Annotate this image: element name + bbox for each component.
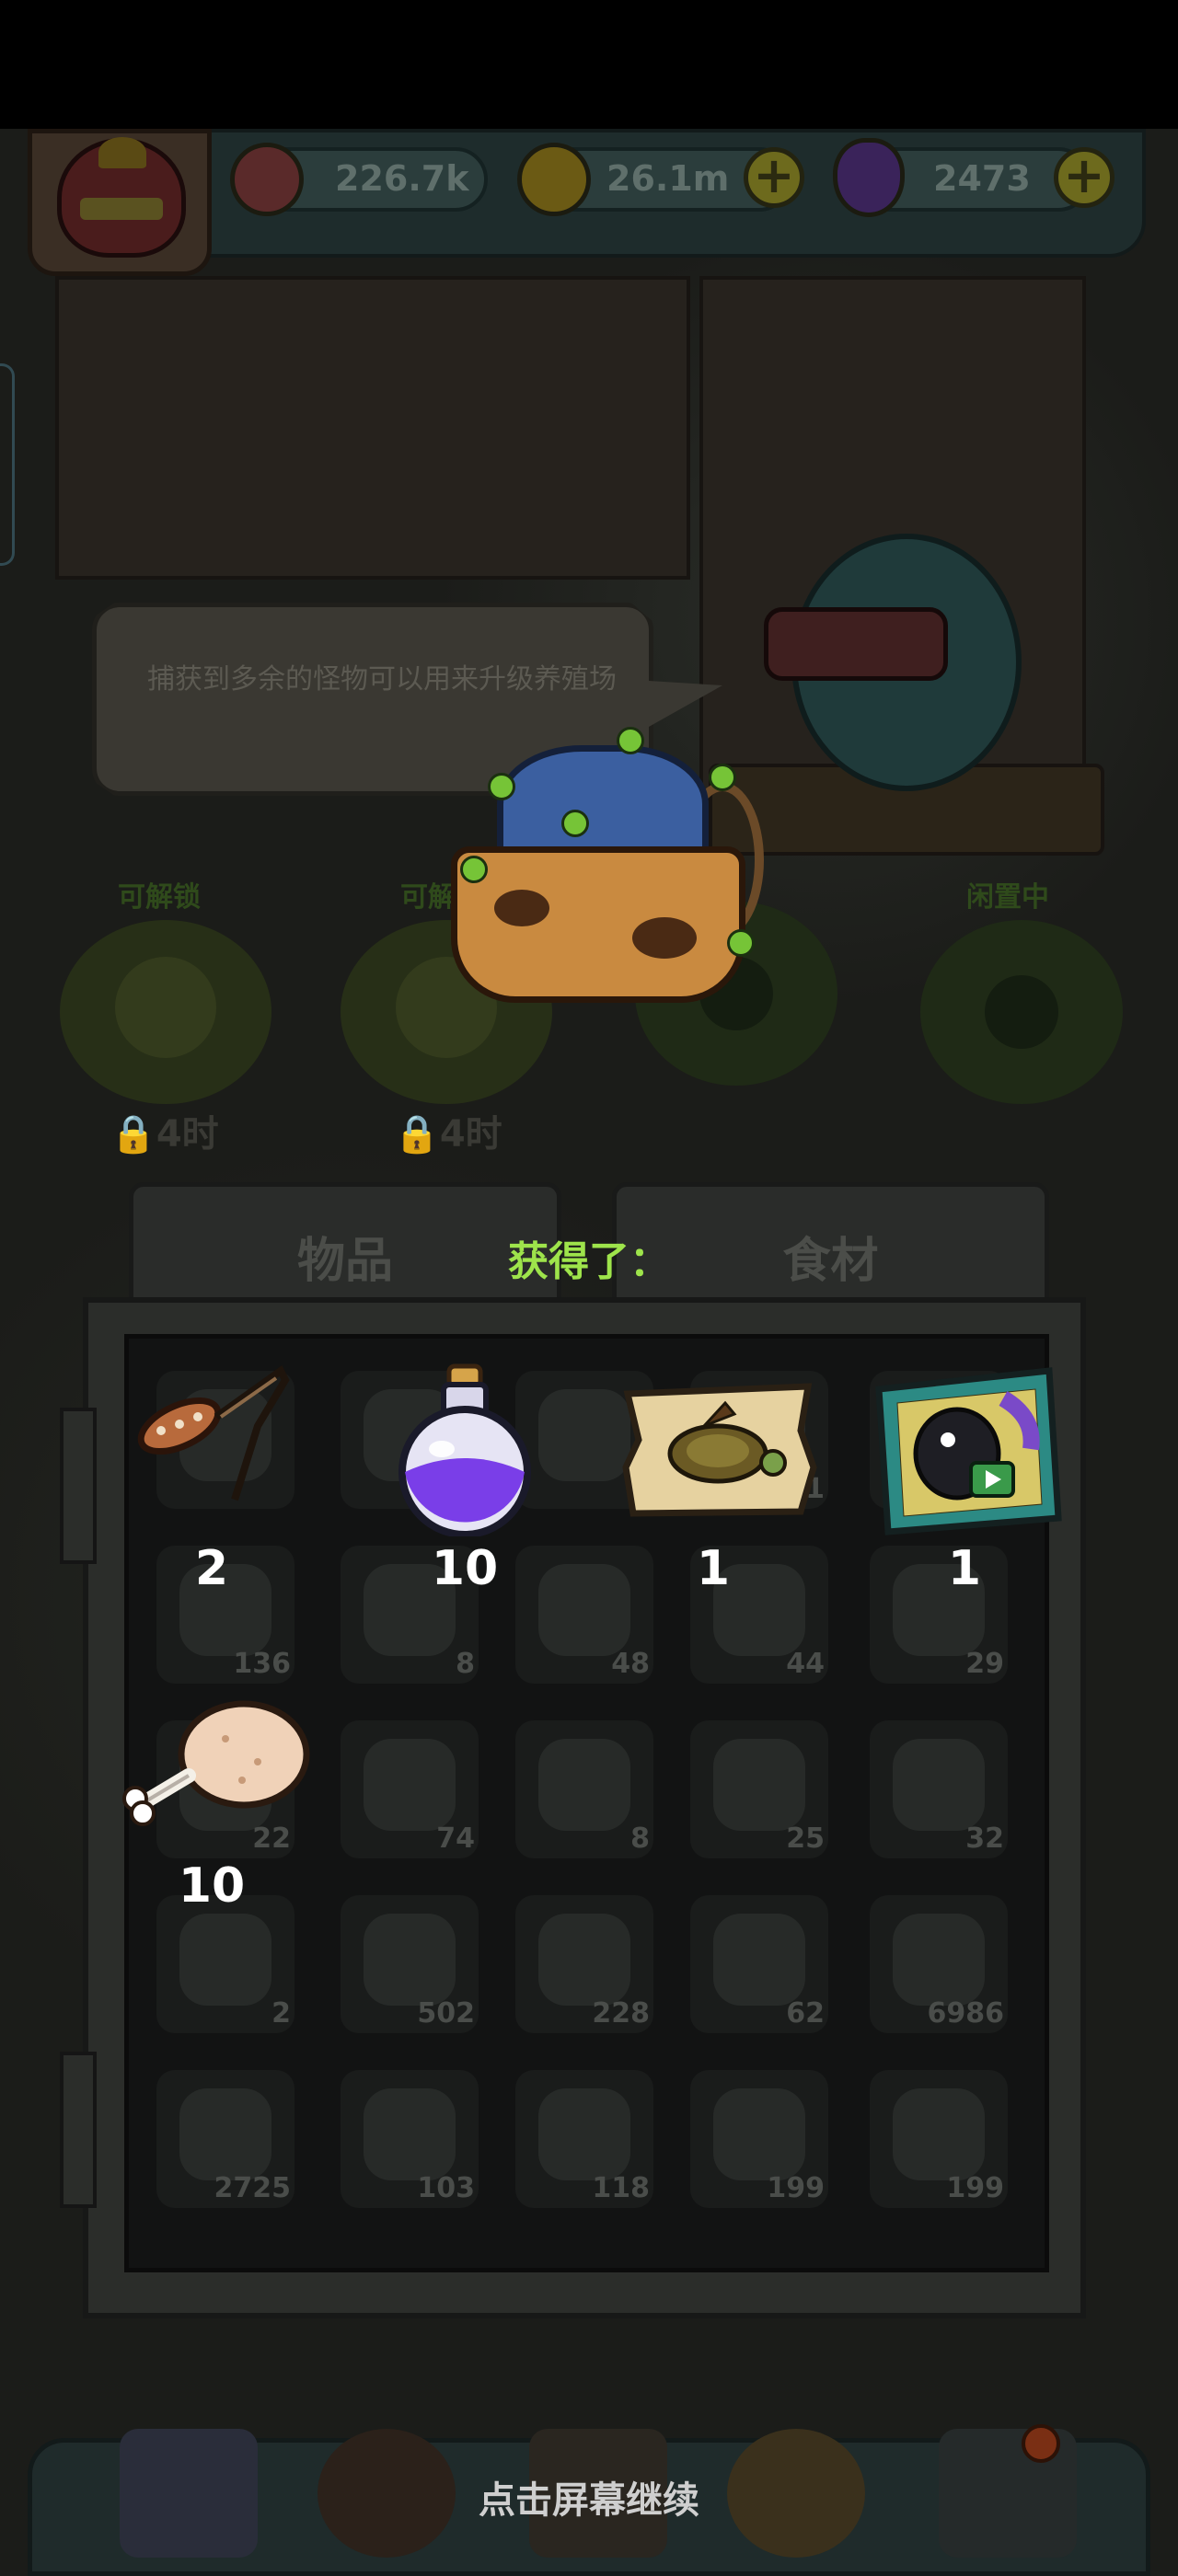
inventory-count: 2725	[214, 2172, 292, 2204]
inventory-item-icon	[893, 1739, 985, 1831]
eyeball-count: 226.7k	[335, 158, 469, 199]
inventory-item-icon	[713, 2088, 805, 2180]
add-coins-button[interactable]: +	[744, 147, 804, 208]
inventory-cell[interactable]: 74	[341, 1720, 479, 1858]
inventory-cell[interactable]: 8	[515, 1720, 653, 1858]
inventory-count: 199	[946, 2172, 1004, 2204]
inventory-item-icon	[713, 1739, 805, 1831]
slot-4-gear-icon[interactable]	[920, 920, 1123, 1104]
inventory-item-icon	[364, 2088, 456, 2180]
inventory-count: 25	[786, 1823, 825, 1855]
purple-potion-icon	[387, 1362, 543, 1538]
inventory-item-icon	[538, 1739, 630, 1831]
inventory-cell[interactable]: 118	[515, 2070, 653, 2208]
slot-2-timer: 🔒4时	[394, 1113, 502, 1156]
notification-badge	[1022, 2424, 1060, 2463]
coin-icon	[517, 143, 591, 216]
slot-1-creature-icon[interactable]	[60, 920, 271, 1104]
potion-count: 2473	[933, 158, 1031, 199]
inventory-cell[interactable]: 2	[156, 1895, 294, 2033]
inventory-count: 103	[417, 2172, 475, 2204]
inventory-count: 502	[417, 1997, 475, 2030]
inventory-item-icon	[893, 2088, 985, 2180]
storage-shelf	[55, 276, 690, 580]
left-clip-top	[60, 1408, 97, 1564]
inventory-item-icon	[713, 1914, 805, 2006]
inventory-item-icon	[538, 2088, 630, 2180]
inventory-cell[interactable]: 62	[690, 1895, 828, 2033]
video-card-icon	[865, 1362, 1068, 1536]
inventory-cell[interactable]: 199	[690, 2070, 828, 2208]
inventory-item-icon	[179, 2088, 271, 2180]
inventory-count: 228	[592, 1997, 650, 2030]
inventory-cell[interactable]: 199	[870, 2070, 1008, 2208]
left-clip-bottom	[60, 2052, 97, 2208]
turtle-ticket-icon	[617, 1375, 819, 1523]
inventory-count: 8	[630, 1823, 650, 1855]
tap-to-continue[interactable]: 点击屏幕继续	[0, 2470, 1178, 2524]
inventory-count: 62	[786, 1997, 825, 2030]
add-potions-button[interactable]: +	[1054, 147, 1114, 208]
reward-qty-slingshot: 2	[194, 1541, 229, 1596]
slingshot-icon	[129, 1362, 304, 1536]
inventory-cell[interactable]: 228	[515, 1895, 653, 2033]
reward-qty-potion: 10	[431, 1541, 499, 1596]
game-screen[interactable]: 226.7k 26.1m + 2473 + 捕获到多余的怪物可以用来升级养殖场 …	[0, 0, 1178, 2576]
inventory-count: 44	[786, 1648, 825, 1680]
inventory-cell[interactable]: 25	[690, 1720, 828, 1858]
reward-qty-ticket: 1	[696, 1541, 731, 1596]
inventory-item-icon	[364, 1739, 456, 1831]
inventory-item-icon	[179, 1914, 271, 2006]
inventory-count: 29	[965, 1648, 1004, 1680]
inventory-item-icon	[538, 1564, 630, 1656]
inventory-item-icon	[893, 1914, 985, 2006]
reward-qty-meat: 10	[178, 1858, 246, 1914]
inventory-count: 199	[767, 2172, 825, 2204]
monster-jaw	[764, 607, 948, 681]
net-trap-icon	[433, 718, 782, 1012]
inventory-count: 74	[436, 1823, 475, 1855]
inventory-cell[interactable]: 2725	[156, 2070, 294, 2208]
player-avatar-icon[interactable]	[57, 137, 186, 258]
inventory-cell[interactable]: 32	[870, 1720, 1008, 1858]
inventory-count: 32	[965, 1823, 1004, 1855]
inventory-count: 6986	[927, 1997, 1005, 2030]
inventory-item-icon	[538, 1914, 630, 2006]
side-drawer-handle[interactable]	[0, 363, 15, 566]
inventory-count: 2	[271, 1997, 291, 2030]
inventory-cell[interactable]: 502	[341, 1895, 479, 2033]
inventory-item-icon	[364, 1914, 456, 2006]
eyeball-icon	[230, 143, 304, 216]
slot-4-label: 闲置中	[966, 881, 1049, 914]
inventory-count: 118	[592, 2172, 650, 2204]
slot-1-timer: 🔒4时	[110, 1113, 219, 1156]
reward-title: 获得了：	[508, 1238, 670, 1285]
potion-icon	[833, 138, 905, 217]
inventory-count: 136	[233, 1648, 291, 1680]
inventory-count: 8	[456, 1648, 475, 1680]
reward-qty-video-card: 1	[947, 1541, 982, 1596]
slot-1-label: 可解锁	[118, 881, 201, 914]
inventory-cell[interactable]: 6986	[870, 1895, 1008, 2033]
meat-leg-icon	[115, 1697, 313, 1835]
inventory-count: 48	[611, 1648, 650, 1680]
coin-count: 26.1m	[606, 158, 730, 199]
status-bar-area	[0, 0, 1178, 129]
inventory-cell[interactable]: 103	[341, 2070, 479, 2208]
hint-text: 捕获到多余的怪物可以用来升级养殖场	[147, 663, 617, 696]
